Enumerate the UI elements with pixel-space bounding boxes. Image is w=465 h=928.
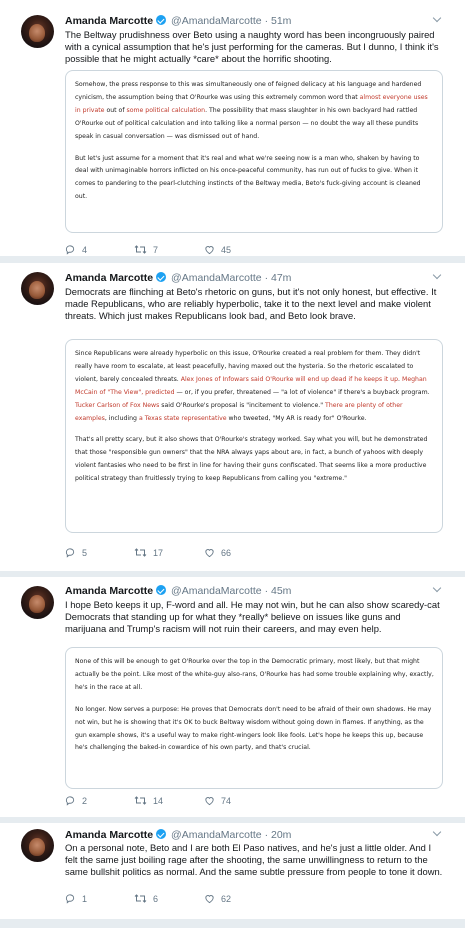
reply-button[interactable]: 5	[65, 547, 87, 558]
quote-text: — or, if you prefer, threatened — "a lot…	[174, 388, 430, 396]
like-button[interactable]: 66	[204, 547, 231, 558]
reply-icon	[65, 548, 75, 558]
quote-paragraph: Since Republicans were already hyperboli…	[75, 348, 434, 425]
retweet-icon	[134, 796, 147, 805]
reply-icon	[65, 796, 75, 806]
like-count: 45	[221, 245, 232, 255]
like-icon	[205, 549, 214, 558]
quote-link[interactable]: Alex Jones of Infowars said O'Rourke wil…	[181, 376, 398, 383]
tweet-card[interactable]: Amanda Marcotte @AmandaMarcotte · 20m On…	[0, 823, 465, 919]
quote-text: That's all pretty scary, but it also sho…	[75, 436, 428, 483]
like-icon	[205, 246, 214, 255]
retweet-button[interactable]: 7	[134, 244, 158, 255]
tweet-header: Amanda Marcotte @AmandaMarcotte · 20m	[65, 828, 291, 842]
tweet-actions: 2 14 74	[65, 795, 365, 809]
reply-count: 4	[82, 245, 88, 255]
verified-badge-icon	[156, 829, 167, 839]
tweet-text: On a personal note, Beto and I are both …	[65, 842, 443, 877]
avatar[interactable]	[21, 15, 54, 48]
tweet-text: The Beltway prudishness over Beto using …	[65, 29, 439, 64]
quote-paragraph: None of this will be enough to get O'Rou…	[75, 656, 434, 695]
chevron-down-icon[interactable]	[433, 829, 441, 837]
timestamp[interactable]: · 20m	[265, 829, 292, 841]
author-name[interactable]: Amanda Marcotte	[65, 829, 153, 841]
reply-count: 2	[82, 796, 88, 806]
verified-badge-icon	[156, 15, 167, 25]
author-handle[interactable]: @AmandaMarcotte	[171, 829, 262, 841]
author-name[interactable]: Amanda Marcotte	[65, 272, 153, 284]
reply-button[interactable]: 4	[65, 244, 87, 255]
timestamp[interactable]: · 47m	[265, 272, 292, 284]
author-handle[interactable]: @AmandaMarcotte	[171, 585, 262, 597]
retweet-button[interactable]: 6	[134, 893, 158, 904]
quote-paragraph: But let's just assume for a moment that …	[75, 153, 434, 205]
retweet-count: 7	[153, 245, 159, 255]
like-button[interactable]: 62	[204, 893, 231, 904]
tweet-card[interactable]: Amanda Marcotte @AmandaMarcotte · 47m De…	[0, 263, 465, 571]
chevron-down-icon[interactable]	[433, 15, 441, 23]
verified-badge-icon	[156, 585, 167, 595]
like-button[interactable]: 74	[204, 795, 231, 806]
author-handle[interactable]: @AmandaMarcotte	[171, 272, 262, 284]
quote-text: who tweeted, "My AR is ready for" O'Rour…	[226, 414, 367, 422]
tweet-card[interactable]: Amanda Marcotte @AmandaMarcotte · 45m I …	[0, 577, 465, 817]
quote-text: No longer. Now serves a purpose: He prov…	[75, 705, 432, 752]
quote-link[interactable]: Tucker Carlson of Fox News	[75, 402, 159, 409]
chevron-down-icon[interactable]	[433, 585, 441, 593]
avatar[interactable]	[21, 829, 54, 862]
quote-link[interactable]: some political calculation	[126, 107, 205, 114]
reply-icon	[65, 894, 75, 904]
tweet-header: Amanda Marcotte @AmandaMarcotte · 45m	[65, 584, 291, 598]
author-handle[interactable]: @AmandaMarcotte	[171, 15, 262, 27]
chevron-down-icon[interactable]	[433, 272, 441, 280]
tweet-header: Amanda Marcotte @AmandaMarcotte · 47m	[65, 271, 291, 285]
author-name[interactable]: Amanda Marcotte	[65, 15, 153, 27]
retweet-button[interactable]: 14	[134, 795, 163, 806]
verified-badge-icon	[156, 272, 167, 282]
retweet-icon	[134, 548, 147, 557]
like-count: 62	[221, 894, 232, 904]
author-name[interactable]: Amanda Marcotte	[65, 585, 153, 597]
timestamp[interactable]: · 45m	[265, 585, 292, 597]
reply-button[interactable]: 1	[65, 893, 87, 904]
avatar[interactable]	[21, 586, 54, 619]
reply-count: 1	[82, 894, 88, 904]
reply-button[interactable]: 2	[65, 795, 87, 806]
retweet-button[interactable]: 17	[134, 547, 163, 558]
retweet-count: 6	[153, 894, 159, 904]
tweet-text: Democrats are flinching at Beto's rhetor…	[65, 286, 437, 321]
quote-paragraph: No longer. Now serves a purpose: He prov…	[75, 704, 434, 756]
like-icon	[205, 895, 214, 904]
tweet-header: Amanda Marcotte @AmandaMarcotte · 51m	[65, 14, 291, 28]
quote-paragraph: Somehow, the press response to this was …	[75, 79, 434, 144]
quote-text: But let's just assume for a moment that …	[75, 154, 421, 201]
like-icon	[205, 797, 214, 806]
tweet-card[interactable]: Amanda Marcotte @AmandaMarcotte · 51m Th…	[0, 0, 465, 256]
quote-paragraph: That's all pretty scary, but it also sho…	[75, 434, 434, 486]
quoted-article[interactable]: Somehow, the press response to this was …	[65, 70, 443, 233]
reply-icon	[65, 245, 75, 255]
quoted-article[interactable]: None of this will be enough to get O'Rou…	[65, 647, 443, 789]
retweet-count: 17	[153, 548, 164, 558]
reply-count: 5	[82, 548, 88, 558]
like-button[interactable]: 45	[204, 244, 231, 255]
retweet-icon	[134, 894, 147, 903]
like-count: 66	[221, 548, 232, 558]
like-count: 74	[221, 796, 232, 806]
tweet-actions: 5 17 66	[65, 547, 365, 561]
avatar[interactable]	[21, 272, 54, 305]
quoted-article[interactable]: Since Republicans were already hyperboli…	[65, 339, 443, 533]
quote-text: None of this will be enough to get O'Rou…	[75, 658, 434, 691]
quote-text: , including	[104, 414, 139, 422]
quote-text: said O'Rourke's proposal is "incitement …	[159, 401, 326, 409]
tweet-actions: 1 6 62	[65, 893, 365, 907]
retweet-icon	[134, 245, 147, 254]
quote-text: out of	[104, 106, 127, 114]
retweet-count: 14	[153, 796, 164, 806]
tweet-text: I hope Beto keeps it up, F-word and all.…	[65, 599, 440, 634]
timestamp[interactable]: · 51m	[265, 15, 292, 27]
quote-link[interactable]: a Texas state representative	[139, 415, 227, 422]
tweet-actions: 4 7 45	[65, 244, 365, 258]
